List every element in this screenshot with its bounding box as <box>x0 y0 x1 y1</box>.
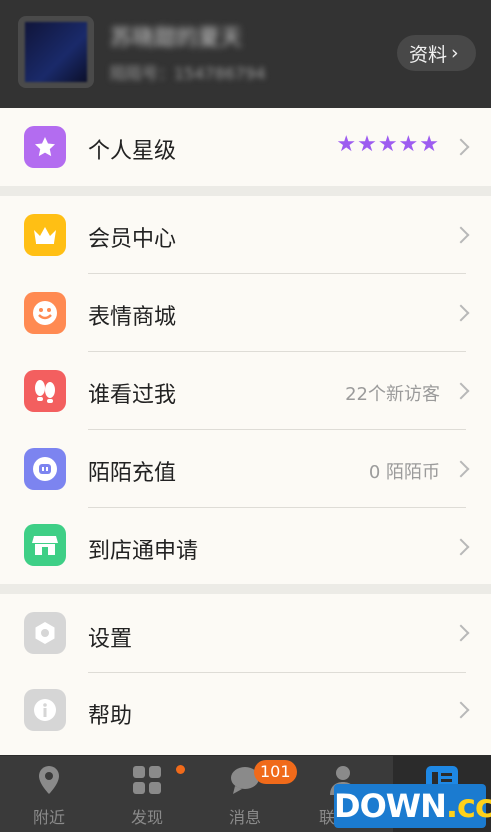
location-pin-icon <box>39 766 59 794</box>
footprints-icon <box>24 370 66 412</box>
chevron-right-icon <box>452 624 470 642</box>
menu-item-emoji-store[interactable]: 表情商城 <box>0 274 491 352</box>
menu-item-label: 陌陌充值 <box>88 461 177 486</box>
chevron-right-icon <box>452 538 470 556</box>
menu-item-label: 表情商城 <box>88 305 177 330</box>
menu-item-label: 个人星级 <box>88 139 177 164</box>
star-rating: ★★★★★ <box>336 132 440 157</box>
menu-item-label: 会员中心 <box>88 227 177 252</box>
profile-button-label: 资料 <box>409 43 448 66</box>
menu-item-visitors[interactable]: 谁看过我 22个新访客 <box>0 352 491 430</box>
tab-label: 发现 <box>130 808 163 827</box>
menu-item-settings[interactable]: 设置 <box>0 594 491 672</box>
watermark-text: DOWN <box>334 787 447 825</box>
menu-item-label: 设置 <box>88 627 133 652</box>
tab-label: 消息 <box>228 808 261 827</box>
chevron-right-icon <box>452 460 470 478</box>
message-badge: 101 <box>254 760 297 784</box>
watermark-suffix: .cc <box>445 787 491 825</box>
user-id: 陌陌号：154786794 <box>110 64 266 83</box>
watermark-logo: DOWN.cc <box>334 784 491 828</box>
section-gap <box>0 186 491 196</box>
chevron-right-icon: › <box>451 42 459 64</box>
gear-icon <box>24 612 66 654</box>
star-icon <box>24 126 66 168</box>
smiley-icon <box>24 292 66 334</box>
menu-item-vip-center[interactable]: 会员中心 <box>0 196 491 274</box>
grid-icon <box>133 766 161 794</box>
menu-item-label: 谁看过我 <box>88 383 177 408</box>
menu-item-recharge[interactable]: 陌陌充值 0 陌陌币 <box>0 430 491 508</box>
menu-item-help[interactable]: 帮助 <box>0 673 491 751</box>
discover-notification-dot <box>176 765 185 774</box>
section-gap <box>0 584 491 594</box>
visitor-count: 22个新访客 <box>345 384 440 405</box>
menu-item-store-apply[interactable]: 到店通申请 <box>0 508 491 586</box>
tab-nearby[interactable]: 附近 <box>0 756 98 832</box>
chevron-right-icon <box>452 701 470 719</box>
user-name: 苏晓甜的夏天 <box>110 26 243 51</box>
profile-button[interactable]: 资料 › <box>397 35 476 71</box>
tab-label: 附近 <box>32 808 65 827</box>
store-icon <box>24 524 66 566</box>
chevron-right-icon <box>452 226 470 244</box>
avatar[interactable] <box>18 16 94 88</box>
profile-header[interactable]: 苏晓甜的夏天 陌陌号：154786794 资料 › <box>0 0 491 108</box>
menu-item-label: 到店通申请 <box>88 539 199 564</box>
info-icon <box>24 689 66 731</box>
menu-item-star-level[interactable]: 个人星级 ★★★★★ <box>0 108 491 186</box>
chevron-right-icon <box>452 138 470 156</box>
chevron-right-icon <box>452 382 470 400</box>
coin-icon <box>24 448 66 490</box>
crown-icon <box>24 214 66 256</box>
coin-balance: 0 陌陌币 <box>368 462 440 483</box>
menu-item-label: 帮助 <box>88 704 133 729</box>
chevron-right-icon <box>452 304 470 322</box>
